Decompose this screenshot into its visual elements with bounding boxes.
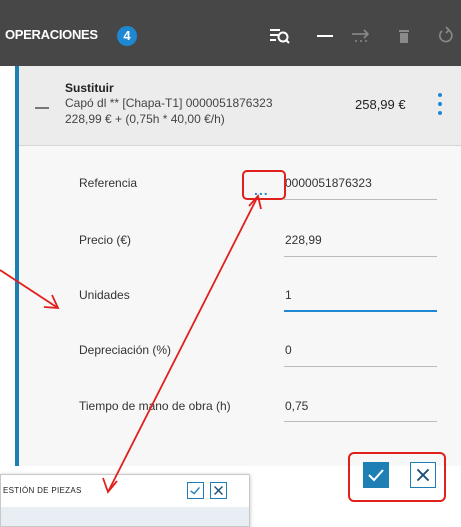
- precio-label: Precio (€): [79, 233, 132, 247]
- depreciacion-input[interactable]: 0: [285, 343, 292, 357]
- referencia-input[interactable]: 0000051876323: [285, 176, 372, 190]
- cancel-x-icon[interactable]: [410, 462, 436, 488]
- unidades-input[interactable]: 1: [285, 288, 292, 302]
- tiempo-label: Tiempo de mano de obra (h): [79, 399, 231, 413]
- referencia-label: Referencia: [79, 176, 138, 190]
- reference-lookup-button[interactable]: ...: [242, 170, 286, 200]
- operation-formula: 228,99 € + (0,75h * 40,00 €/h): [65, 112, 225, 126]
- precio-underline: [284, 256, 437, 257]
- referencia-underline: [284, 199, 437, 200]
- unidades-underline: [284, 310, 437, 312]
- undo-icon[interactable]: [434, 25, 458, 47]
- depreciacion-label: Depreciación (%): [79, 343, 172, 357]
- header-title: OPERACIONES: [5, 27, 98, 42]
- collapse-dash-icon[interactable]: [35, 107, 49, 109]
- operation-item[interactable]: Sustituir Capó dl ** [Chapa-T1] 00000518…: [19, 66, 461, 146]
- tiempo-underline: [284, 421, 437, 422]
- transfer-icon[interactable]: [350, 25, 374, 47]
- confirm-check-icon[interactable]: [363, 462, 389, 488]
- trash-icon[interactable]: [394, 25, 418, 47]
- operation-price: 258,99 €: [355, 97, 406, 112]
- popup-content-band: [1, 507, 249, 526]
- operation-form: [19, 146, 461, 466]
- ellipsis-icon: ...: [254, 182, 269, 198]
- depreciacion-underline: [284, 366, 437, 367]
- parts-management-popup: ESTIÓN DE PIEZAS: [0, 474, 250, 527]
- popup-check-icon[interactable]: [187, 482, 204, 499]
- minimize-icon[interactable]: [314, 25, 338, 47]
- tiempo-input[interactable]: 0,75: [285, 399, 308, 413]
- popup-title: ESTIÓN DE PIEZAS: [3, 486, 82, 495]
- operation-description: Capó dl ** [Chapa-T1] 0000051876323: [65, 96, 273, 110]
- more-options-icon[interactable]: [438, 93, 444, 119]
- popup-close-icon[interactable]: [210, 482, 227, 499]
- operations-count-badge: 4: [117, 26, 137, 46]
- operations-header: OPERACIONES 4: [0, 0, 461, 66]
- operation-name: Sustituir: [65, 81, 114, 95]
- search-list-icon[interactable]: [268, 25, 292, 47]
- unidades-label: Unidades: [79, 288, 130, 302]
- precio-input[interactable]: 228,99: [285, 233, 322, 247]
